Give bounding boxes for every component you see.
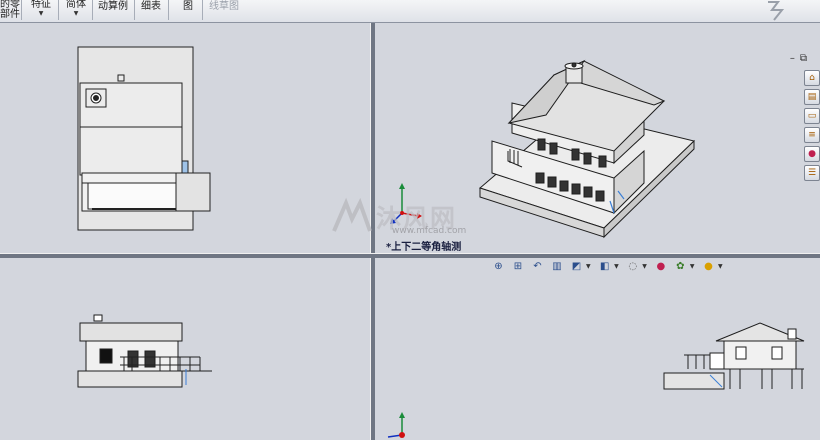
isometric-view-label: *上下二等角轴测 <box>386 242 462 253</box>
toolbar-item-drawing[interactable]: 图 <box>180 0 196 22</box>
toolbar-separator <box>134 0 135 20</box>
viewport-front[interactable] <box>0 257 370 440</box>
edit-appearance-icon[interactable]: ● <box>654 260 667 273</box>
viewport-splitter-horizontal[interactable] <box>0 253 820 258</box>
display-style-icon[interactable]: ◧ <box>598 260 611 273</box>
heads-up-view-toolbar: ⊕ ⊞ ↶ ▥ ◩ ▼ ◧ ▼ ◌ ▼ ● ✿ ▼ ● ▼ <box>492 259 727 275</box>
toolbar-item-sketch[interactable]: 线草图 <box>206 0 242 22</box>
home-icon[interactable]: ⌂ <box>804 70 820 86</box>
toolbar-separator <box>168 0 169 20</box>
zoom-area-icon[interactable]: ⊞ <box>512 260 525 273</box>
toolbar-item-parts[interactable]: 的零 部件 <box>0 0 20 22</box>
front-view-drawing <box>77 314 212 388</box>
dropdown-arrow-icon: ▼ <box>38 10 44 17</box>
toolbar-item-motion-study[interactable]: 动算例 <box>96 0 130 22</box>
apply-scene-icon[interactable]: ✿ <box>674 260 687 273</box>
custom-props-icon[interactable]: ☰ <box>804 165 820 181</box>
palette-icon[interactable]: ≡ <box>804 127 820 143</box>
orientation-triad <box>390 183 422 224</box>
dropdown-arrow-icon: ▼ <box>73 10 79 17</box>
dropdown-arrow-icon[interactable]: ▼ <box>690 263 695 270</box>
library-icon[interactable]: ▤ <box>804 89 820 105</box>
dropdown-arrow-icon[interactable]: ▼ <box>614 263 619 270</box>
top-view-drawing <box>77 46 211 231</box>
toolbar-item-features[interactable]: 特征 ▼ <box>26 0 56 22</box>
view-orientation-icon[interactable]: ◩ <box>570 260 583 273</box>
viewport-top[interactable] <box>0 23 370 253</box>
viewport-right[interactable] <box>374 257 820 440</box>
minimize-icon[interactable]: – <box>790 53 800 64</box>
hide-show-icon[interactable]: ◌ <box>626 260 639 273</box>
task-pane: ⌂ ▤ ▭ ≡ ● ☰ <box>804 70 820 184</box>
toolbar-separator <box>202 0 203 20</box>
toolbar-separator <box>21 0 22 20</box>
restore-icon[interactable]: ⧉ <box>800 53 812 64</box>
viewport-window-controls: –⧉ <box>790 53 812 64</box>
section-view-icon[interactable]: ▥ <box>551 260 564 273</box>
view-settings-icon[interactable]: ● <box>702 260 715 273</box>
dropdown-arrow-icon[interactable]: ▼ <box>586 263 591 270</box>
dropdown-arrow-icon[interactable]: ▼ <box>642 263 647 270</box>
viewport-splitter-vertical[interactable] <box>370 23 375 440</box>
isometric-view-drawing <box>390 59 696 239</box>
toolbar-item-simplify[interactable]: 简体 ▼ <box>62 0 90 22</box>
toolbar-separator <box>92 0 93 20</box>
right-view-drawing <box>387 322 805 438</box>
dropdown-arrow-icon[interactable]: ▼ <box>718 263 723 270</box>
folder-icon[interactable]: ▭ <box>804 108 820 124</box>
orientation-triad <box>387 412 405 438</box>
command-manager-bar: 的零 部件 特征 ▼ 简体 ▼ 动算例 细表 图 线草图 <box>0 0 820 23</box>
solidworks-logo-icon <box>768 1 785 21</box>
viewport-isometric[interactable]: –⧉ <box>374 23 820 253</box>
appearance-icon[interactable]: ● <box>804 146 820 162</box>
toolbar-item-bom[interactable]: 细表 <box>138 0 164 22</box>
toolbar-separator <box>58 0 59 20</box>
previous-view-icon[interactable]: ↶ <box>531 260 544 273</box>
zoom-to-fit-icon[interactable]: ⊕ <box>492 260 505 273</box>
